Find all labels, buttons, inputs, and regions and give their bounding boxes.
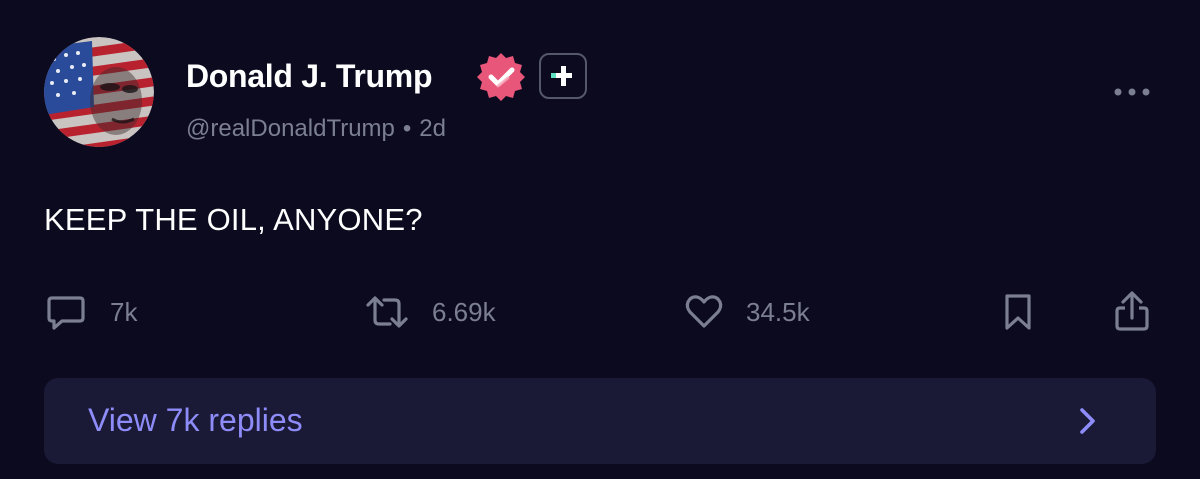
- avatar-image: [44, 37, 154, 147]
- reply-count: 7k: [110, 297, 138, 327]
- plus-badge[interactable]: [539, 53, 587, 99]
- post-card: Donald J. Trump @realDonaldTrump • 2d KEEP…: [0, 0, 1200, 479]
- heart-icon: [685, 295, 723, 328]
- verified-badge-icon: [477, 53, 525, 101]
- like-count: 34.5k: [746, 297, 810, 327]
- bookmark-button[interactable]: [1000, 290, 1036, 334]
- handle-row: @realDonaldTrump • 2d: [186, 114, 446, 144]
- reply-button[interactable]: 7k: [44, 290, 137, 334]
- separator-dot: •: [402, 115, 412, 142]
- reply-icon: [47, 296, 85, 330]
- repost-icon: [366, 296, 408, 328]
- share-icon: [1115, 291, 1149, 331]
- author-name[interactable]: Donald J. Trump: [186, 56, 433, 96]
- share-button[interactable]: [1112, 290, 1152, 334]
- bookmark-icon: [1005, 294, 1031, 330]
- repost-button[interactable]: 6.69k: [364, 290, 496, 334]
- author-handle[interactable]: @realDonaldTrump: [186, 115, 395, 142]
- post-time[interactable]: 2d: [419, 115, 446, 142]
- avatar[interactable]: [44, 37, 154, 147]
- plus-badge-icon: [551, 66, 572, 86]
- view-replies-label: View 7k replies: [88, 402, 303, 438]
- post-text: KEEP THE OIL, ANYONE?: [44, 202, 423, 237]
- repost-count: 6.69k: [432, 297, 496, 327]
- more-options-icon[interactable]: [1112, 84, 1152, 100]
- like-button[interactable]: 34.5k: [684, 290, 810, 334]
- chevron-right-icon: [1080, 408, 1095, 434]
- view-replies-button[interactable]: View 7k replies: [44, 378, 1156, 464]
